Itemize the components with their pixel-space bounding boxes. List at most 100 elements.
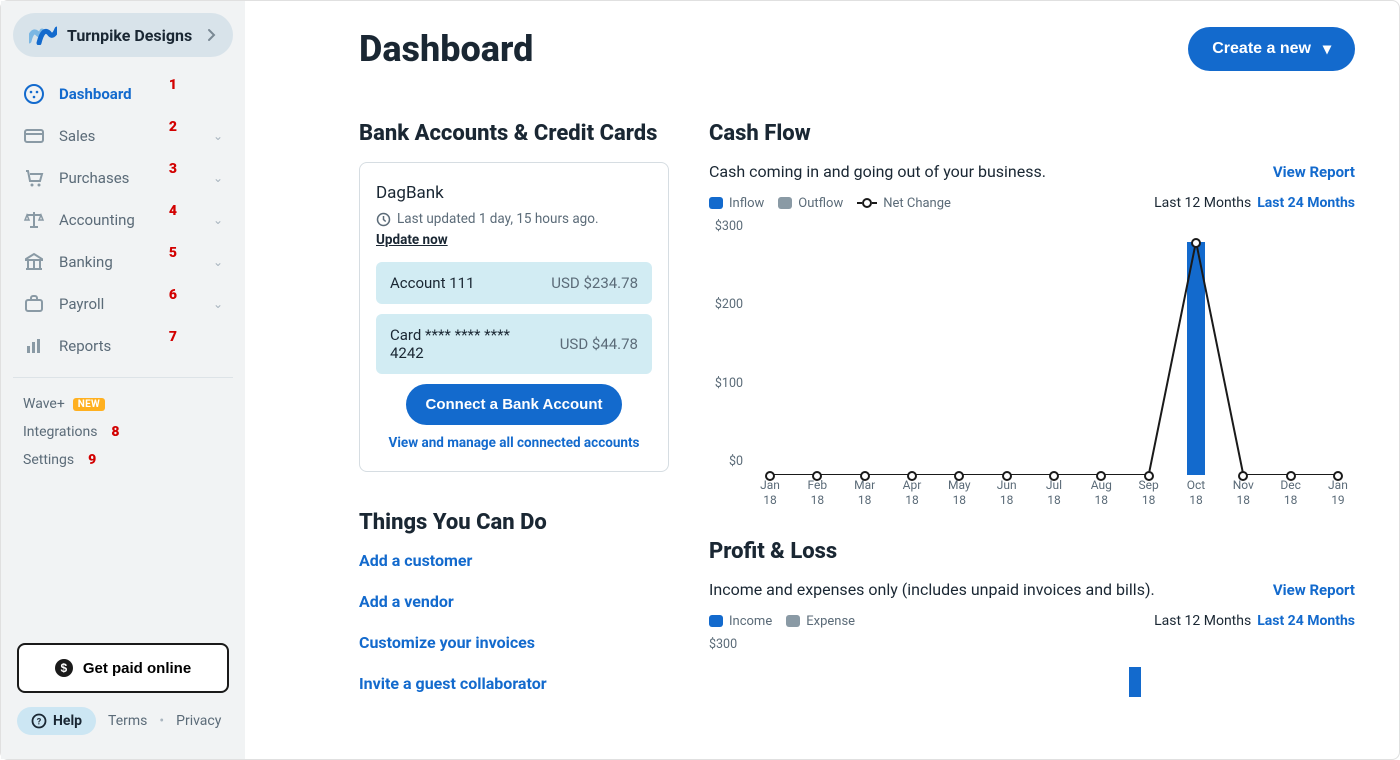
help-button[interactable]: ? Help (17, 707, 96, 735)
sidebar-footer: ? Help Terms • Privacy (1, 707, 245, 747)
x-tick: Jul18 (1037, 478, 1071, 509)
help-icon: ? (31, 713, 47, 729)
nav-label: Payroll (59, 295, 104, 313)
update-now-link[interactable]: Update now (376, 232, 448, 248)
x-tick: Apr18 (895, 478, 929, 509)
inflow-bar (1187, 242, 1205, 475)
net-dot (1002, 471, 1012, 481)
nav-label: Sales (59, 127, 95, 145)
x-tick: Sep18 (1132, 478, 1166, 509)
card-icon (23, 125, 45, 147)
nav-item-waveplus[interactable]: Wave+ NEW (17, 390, 229, 418)
cashflow-legend: Inflow Outflow Net Change Last 12 Months… (709, 195, 1355, 211)
net-dot (1333, 471, 1343, 481)
x-tick: Oct18 (1179, 478, 1213, 509)
x-tick: Nov18 (1226, 478, 1260, 509)
company-selector[interactable]: Turnpike Designs (13, 13, 233, 57)
period-24-link[interactable]: Last 24 Months (1257, 195, 1355, 211)
dashboard-icon (23, 83, 45, 105)
nav-item-sales[interactable]: Sales 2 ⌄ (9, 115, 237, 157)
connect-bank-button[interactable]: Connect a Bank Account (406, 384, 623, 425)
nav-label: Reports (59, 337, 111, 355)
x-tick: Mar18 (848, 478, 882, 509)
invite-collaborator-link[interactable]: Invite a guest collaborator (359, 674, 669, 693)
updated-row: Last updated 1 day, 15 hours ago. (376, 211, 652, 227)
page-title: Dashboard (359, 28, 533, 70)
company-name: Turnpike Designs (67, 26, 197, 45)
profitloss-view-report-link[interactable]: View Report (1273, 581, 1355, 599)
nav-item-purchases[interactable]: Purchases 3 ⌄ (9, 157, 237, 199)
privacy-link[interactable]: Privacy (176, 713, 221, 729)
help-label: Help (53, 713, 82, 729)
cashflow-title: Cash Flow (709, 121, 1355, 146)
legend-inflow: Inflow (709, 196, 764, 211)
nav-marker: 7 (169, 329, 177, 345)
x-tick: Jan19 (1321, 478, 1355, 509)
get-paid-button[interactable]: $ Get paid online (17, 643, 229, 693)
net-dot (907, 471, 917, 481)
nav-item-reports[interactable]: Reports 7 (9, 325, 237, 367)
scale-icon (23, 209, 45, 231)
chevron-right-icon (207, 28, 217, 42)
y-axis-labels: $300 $200 $100 $0 (709, 219, 743, 469)
cart-icon (23, 167, 45, 189)
net-dot (1144, 471, 1154, 481)
profitloss-title: Profit & Loss (709, 539, 1355, 564)
cashflow-plot (753, 225, 1355, 475)
chevron-down-icon: ⌄ (213, 213, 223, 227)
briefcase-icon (23, 293, 45, 315)
dot-separator: • (159, 713, 164, 729)
x-tick: Aug18 (1084, 478, 1118, 509)
nav-item-banking[interactable]: Banking 5 ⌄ (9, 241, 237, 283)
x-tick: Feb18 (800, 478, 834, 509)
nav-marker: 5 (169, 245, 177, 261)
nav-item-accounting[interactable]: Accounting 4 ⌄ (9, 199, 237, 241)
account-row[interactable]: Card **** **** **** 4242 USD $44.78 (376, 314, 652, 374)
nav-item-settings[interactable]: Settings 9 (17, 446, 229, 474)
view-all-accounts-link[interactable]: View and manage all connected accounts (376, 435, 652, 451)
nav-label: Purchases (59, 169, 129, 187)
get-paid-label: Get paid online (83, 660, 191, 677)
cashflow-period-toggle: Last 12 Months Last 24 Months (1154, 195, 1355, 211)
x-tick: Jan18 (753, 478, 787, 509)
things-list: Add a customer Add a vendor Customize yo… (359, 551, 669, 693)
bank-name: DagBank (376, 183, 652, 203)
terms-link[interactable]: Terms (108, 713, 147, 729)
nav-label: Settings (23, 452, 74, 468)
bank-card: DagBank Last updated 1 day, 15 hours ago… (359, 162, 669, 472)
chevron-down-icon: ⌄ (213, 129, 223, 143)
chevron-down-icon: ⌄ (213, 297, 223, 311)
updated-text: Last updated 1 day, 15 hours ago. (397, 211, 599, 227)
add-vendor-link[interactable]: Add a vendor (359, 592, 669, 611)
nav-item-integrations[interactable]: Integrations 8 (17, 418, 229, 446)
cashflow-chart: $300 $200 $100 $0 Jan18Feb18Mar18Apr18Ma… (709, 219, 1355, 499)
create-new-button[interactable]: Create a new ▾ (1188, 27, 1355, 71)
cashflow-view-report-link[interactable]: View Report (1273, 163, 1355, 181)
net-dot (1286, 471, 1296, 481)
x-tick: Dec18 (1274, 478, 1308, 509)
svg-text:?: ? (37, 718, 42, 728)
account-name: Account 111 (390, 274, 475, 292)
profitloss-bar (1129, 667, 1141, 697)
x-tick: Jun18 (990, 478, 1024, 509)
nav-marker: 6 (169, 287, 177, 303)
legend-income: Income (709, 614, 772, 629)
sidebar: Turnpike Designs Dashboard 1 Sales 2 ⌄ P… (1, 1, 245, 759)
add-customer-link[interactable]: Add a customer (359, 551, 669, 570)
customize-invoices-link[interactable]: Customize your invoices (359, 633, 669, 652)
nav-item-dashboard[interactable]: Dashboard 1 (9, 73, 237, 115)
nav-item-payroll[interactable]: Payroll 6 ⌄ (9, 283, 237, 325)
profitloss-subtitle: Income and expenses only (includes unpai… (709, 580, 1155, 599)
main-content: Dashboard Create a new ▾ Bank Accounts &… (245, 1, 1399, 759)
account-row[interactable]: Account 111 USD $234.78 (376, 262, 652, 304)
bank-icon (23, 251, 45, 273)
period-12-link[interactable]: Last 12 Months (1154, 195, 1251, 211)
chevron-down-icon: ⌄ (213, 255, 223, 269)
net-dot (860, 471, 870, 481)
period-12-link[interactable]: Last 12 Months (1154, 613, 1251, 629)
net-dot (1049, 471, 1059, 481)
dollar-icon: $ (55, 659, 73, 677)
nav-marker: 9 (88, 452, 96, 468)
chart-marker (1179, 242, 1213, 475)
period-24-link[interactable]: Last 24 Months (1257, 613, 1355, 629)
